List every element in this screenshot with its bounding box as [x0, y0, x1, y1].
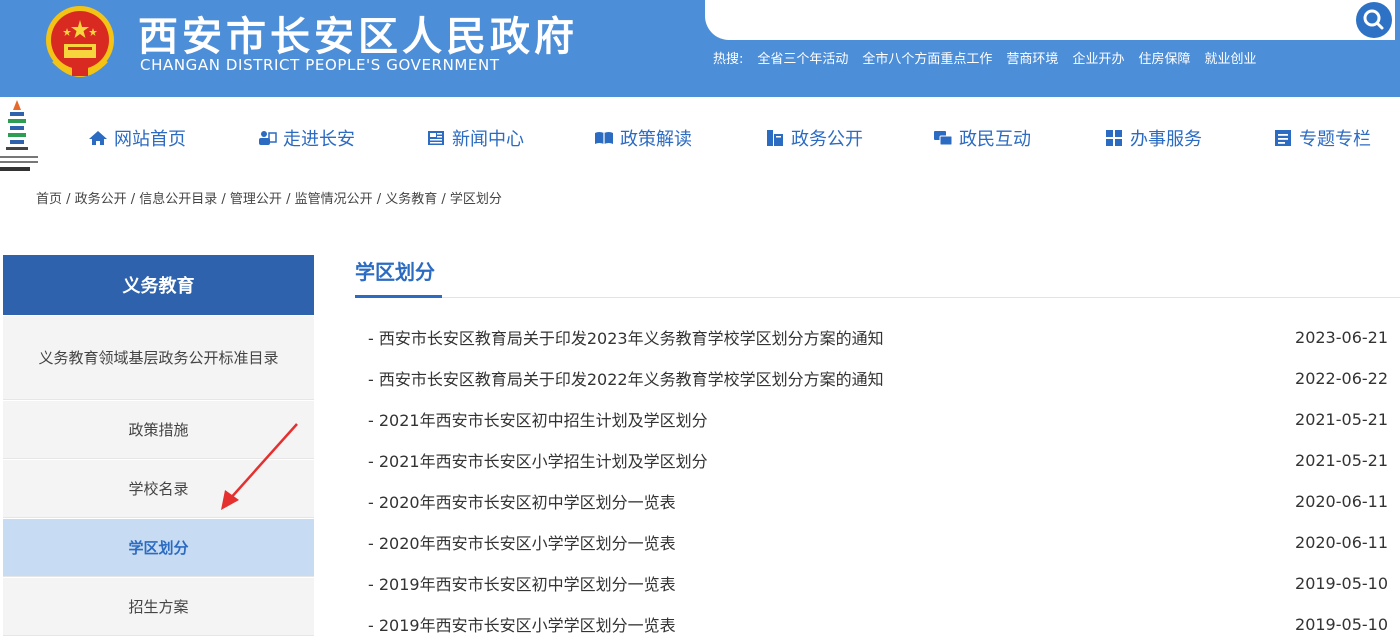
- sidebar-item-label: 政策措施: [128, 420, 189, 439]
- page-title: 学区划分: [355, 260, 435, 284]
- service-icon: [1106, 130, 1122, 146]
- list-item-title[interactable]: - 西安市长安区教育局关于印发2023年义务教育学校学区划分方案的通知: [368, 325, 884, 349]
- list-item[interactable]: - 2021年西安市长安区小学招生计划及学区划分 2021-05-21: [368, 445, 1388, 475]
- sidebar-title: 义务教育: [3, 255, 314, 315]
- list-item-title[interactable]: - 2021年西安市长安区小学招生计划及学区划分: [368, 448, 708, 472]
- list-item[interactable]: - 西安市长安区教育局关于印发2022年义务教育学校学区划分方案的通知 2022…: [368, 363, 1388, 393]
- nav-item-news[interactable]: 新闻中心: [426, 126, 524, 150]
- hot-link[interactable]: 住房保障: [1138, 48, 1190, 67]
- title-divider: [355, 297, 1400, 298]
- nav-item-label: 办事服务: [1130, 129, 1202, 150]
- hot-link[interactable]: 就业创业: [1204, 48, 1256, 67]
- nav-item-about[interactable]: 走进长安: [257, 126, 355, 150]
- nav-item-label: 政务公开: [791, 129, 863, 150]
- hot-link[interactable]: 企业开办: [1072, 48, 1124, 67]
- list-item[interactable]: - 2020年西安市长安区小学学区划分一览表 2020-06-11: [368, 527, 1388, 557]
- sidebar-item-enrollment-plan[interactable]: 招生方案: [3, 578, 314, 636]
- nav-item-label: 新闻中心: [452, 129, 524, 150]
- sidebar-item-standard-catalog[interactable]: 义务教育领域基层政务公开标准目录: [3, 316, 314, 400]
- list-item-title[interactable]: - 西安市长安区教育局关于印发2022年义务教育学校学区划分方案的通知: [368, 366, 884, 390]
- list-item-title[interactable]: - 2020年西安市长安区初中学区划分一览表: [368, 489, 676, 513]
- search-button[interactable]: [1356, 2, 1392, 38]
- about-icon: [259, 131, 277, 145]
- nav-item-topic[interactable]: 专题专栏: [1273, 126, 1371, 150]
- hot-link[interactable]: 全省三个年活动: [757, 48, 848, 67]
- site-title: 西安市长安区人民政府: [138, 13, 578, 60]
- search-bar: [705, 0, 1395, 40]
- nav-item-interaction[interactable]: 政民互动: [933, 126, 1031, 150]
- list-item[interactable]: - 2020年西安市长安区初中学区划分一览表 2020-06-11: [368, 486, 1388, 516]
- list-item-date: 2020-06-11: [1295, 532, 1388, 552]
- hot-search-bar: 热搜: 全省三个年活动 全市八个方面重点工作 营商环境 企业开办 住房保障 就业…: [713, 48, 1256, 67]
- list-item-date: 2021-05-21: [1295, 409, 1388, 429]
- list-item-date: 2020-06-11: [1295, 491, 1388, 511]
- list-item[interactable]: - 2021年西安市长安区初中招生计划及学区划分 2021-05-21: [368, 404, 1388, 434]
- list-item-date: 2023-06-21: [1295, 327, 1388, 347]
- hot-search-label: 热搜:: [713, 52, 744, 67]
- nav-item-home[interactable]: 网站首页: [88, 126, 186, 150]
- breadcrumb[interactable]: 首页 / 政务公开 / 信息公开目录 / 管理公开 / 监管情况公开 / 义务教…: [36, 188, 502, 207]
- sidebar-item-label: 学区划分: [128, 538, 189, 557]
- nav-item-label: 走进长安: [283, 129, 355, 150]
- title-underline: [355, 295, 442, 298]
- home-icon: [89, 131, 107, 145]
- list-item-date: 2022-06-22: [1295, 368, 1388, 388]
- sidebar-item-label: 义务教育领域基层政务公开标准目录: [38, 348, 279, 367]
- changan-logo-icon: [0, 100, 38, 171]
- open-icon: [767, 130, 783, 146]
- national-emblem-icon: [46, 6, 114, 77]
- interaction-icon: [934, 131, 953, 146]
- sidebar-item-label: 学校名录: [128, 479, 189, 498]
- list-item[interactable]: - 西安市长安区教育局关于印发2023年义务教育学校学区划分方案的通知 2023…: [368, 322, 1388, 352]
- site-subtitle: CHANGAN DISTRICT PEOPLE'S GOVERNMENT: [140, 56, 500, 74]
- nav-item-open[interactable]: 政务公开: [765, 126, 863, 150]
- topic-icon: [1275, 130, 1291, 146]
- search-icon: [1363, 9, 1384, 30]
- list-item[interactable]: - 2019年西安市长安区小学学区划分一览表 2019-05-10: [368, 609, 1388, 639]
- search-input[interactable]: [725, 6, 1345, 34]
- news-icon: [428, 131, 444, 145]
- hot-link[interactable]: 全市八个方面重点工作: [862, 48, 992, 67]
- list-item-title[interactable]: - 2021年西安市长安区初中招生计划及学区划分: [368, 407, 708, 431]
- nav-item-label: 网站首页: [114, 129, 186, 150]
- nav-item-label: 政民互动: [959, 129, 1031, 150]
- list-item-title[interactable]: - 2020年西安市长安区小学学区划分一览表: [368, 530, 676, 554]
- sidebar-item-school-district[interactable]: 学区划分: [3, 519, 314, 577]
- nav-item-service[interactable]: 办事服务: [1104, 126, 1202, 150]
- list-item-date: 2019-05-10: [1295, 573, 1388, 593]
- list-item-title[interactable]: - 2019年西安市长安区小学学区划分一览表: [368, 612, 676, 636]
- annotation-arrow-icon: [221, 423, 298, 510]
- hot-link[interactable]: 营商环境: [1006, 48, 1058, 67]
- policy-icon: [595, 132, 613, 144]
- list-item-date: 2021-05-21: [1295, 450, 1388, 470]
- list-item-title[interactable]: - 2019年西安市长安区初中学区划分一览表: [368, 571, 676, 595]
- nav-item-policy[interactable]: 政策解读: [594, 126, 692, 150]
- list-item-date: 2019-05-10: [1295, 614, 1388, 634]
- nav-item-label: 政策解读: [620, 129, 692, 150]
- nav-item-label: 专题专栏: [1299, 129, 1371, 150]
- sidebar-item-label: 招生方案: [128, 597, 189, 616]
- list-item[interactable]: - 2019年西安市长安区初中学区划分一览表 2019-05-10: [368, 568, 1388, 598]
